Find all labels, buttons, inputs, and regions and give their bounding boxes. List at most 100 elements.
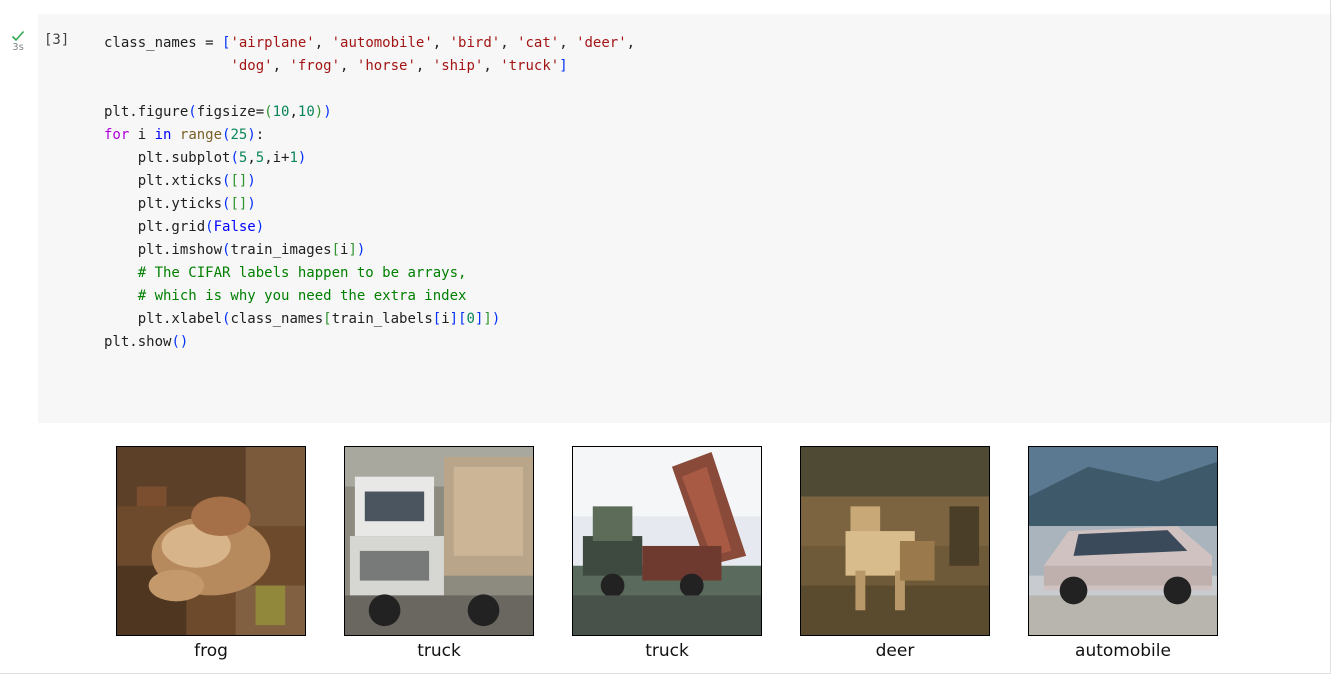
code-token: 'deer' (576, 35, 627, 51)
code-token: 10 (272, 104, 290, 120)
deer-image (800, 446, 990, 636)
code-block[interactable]: class_names = [ 'airplane', 'automobile',… (104, 32, 635, 354)
image-label: deer (875, 641, 915, 661)
code-token: 'cat' (517, 35, 560, 51)
execution-count[interactable]: [3] (44, 32, 69, 48)
code-line[interactable]: plt.yticks([]) (104, 193, 635, 216)
code-line[interactable]: # The CIFAR labels happen to be arrays, (104, 262, 635, 285)
code-token: , (289, 104, 298, 120)
code-token: [] (230, 196, 248, 212)
run-time: 3s (12, 42, 24, 53)
code-token: 5 (255, 150, 265, 166)
code-token: ( (188, 104, 197, 120)
code-token: 1 (289, 150, 298, 166)
code-token: ( (205, 219, 214, 235)
code-token: , (483, 58, 501, 74)
code-line[interactable]: plt.xlabel(class_names[train_labels[i][0… (104, 308, 635, 331)
frog-image (116, 446, 306, 636)
code-token: ] (449, 311, 459, 327)
code-token: 'bird' (449, 35, 501, 51)
code-token: , (415, 58, 433, 74)
code-line[interactable]: plt.xticks([]) (104, 170, 635, 193)
code-line[interactable]: plt.subplot(5,5,i+1) (104, 147, 635, 170)
code-token: ) (247, 127, 256, 143)
code-token: in (154, 127, 172, 143)
code-token: = (205, 35, 223, 51)
code-line[interactable]: 'dog', 'frog', 'horse', 'ship', 'truck'] (104, 55, 635, 78)
code-line[interactable]: class_names = ['airplane', 'automobile',… (104, 32, 635, 55)
code-token: 'horse' (356, 58, 416, 74)
code-token: ,i+ (264, 150, 290, 166)
image-label: truck (645, 641, 689, 661)
cell-gutter: 3s (0, 0, 38, 70)
code-token: 0 (466, 311, 475, 327)
code-token: 'truck' (500, 58, 560, 74)
code-line[interactable]: plt.figure(figsize=(10,10)) (104, 101, 635, 124)
code-line[interactable]: # which is why you need the extra index (104, 285, 635, 308)
code-token: plt.grid (104, 219, 206, 235)
code-token: # The CIFAR labels happen to be arrays, (137, 265, 467, 281)
code-token: ] (483, 311, 492, 327)
check-icon (11, 30, 25, 42)
code-token: ) (491, 311, 501, 327)
code-token: ] (559, 58, 568, 74)
code-token: , (340, 58, 357, 74)
code-line[interactable]: for i in range(25): (104, 124, 635, 147)
code-token: ) (323, 104, 332, 120)
code-token: , (626, 35, 636, 51)
code-token: False (213, 219, 256, 235)
code-token: for (104, 127, 130, 143)
code-token: range (179, 127, 223, 143)
code-token: ) (297, 150, 307, 166)
code-token: ) (247, 196, 256, 212)
code-token: 'automobile' (331, 35, 433, 51)
code-token: [ (323, 311, 332, 327)
image-label: truck (417, 641, 461, 661)
code-token: plt.subplot (104, 150, 231, 166)
code-token: class_names (230, 311, 324, 327)
code-token: plt.figure (104, 104, 189, 120)
code-token: ) (356, 242, 366, 258)
code-token: , (500, 35, 518, 51)
image-label: automobile (1075, 641, 1171, 661)
code-token: , (314, 35, 332, 51)
code-token: () (171, 334, 189, 350)
code-token: ( (230, 150, 239, 166)
code-token: 10 (297, 104, 315, 120)
code-token: i (441, 311, 450, 327)
code-token: ) (247, 173, 256, 189)
code-token: [ (432, 311, 442, 327)
dump-truck-image (572, 446, 762, 636)
code-token: 'airplane' (230, 35, 315, 51)
code-token: , (272, 58, 290, 74)
code-token: plt.imshow (104, 242, 223, 258)
code-token: 25 (230, 127, 248, 143)
code-line[interactable] (104, 78, 635, 101)
code-token: 'dog' (230, 58, 273, 74)
code-token: [ (458, 311, 467, 327)
code-token: [] (230, 173, 248, 189)
code-token: ) (314, 104, 324, 120)
code-token: ( (264, 104, 273, 120)
code-token: plt.show (104, 334, 172, 350)
car-image (1028, 446, 1218, 636)
code-token: plt.xlabel (104, 311, 223, 327)
code-token: 'frog' (289, 58, 341, 74)
code-token: train_images (230, 242, 332, 258)
image-label: frog (194, 641, 228, 661)
run-status[interactable]: 3s (6, 30, 30, 53)
code-token: figsize= (196, 104, 265, 120)
code-token: plt.xticks (104, 173, 223, 189)
code-token: ) (255, 219, 265, 235)
code-line[interactable]: plt.show() (104, 331, 635, 354)
code-line[interactable]: plt.imshow(train_images[i]) (104, 239, 635, 262)
code-token: , (432, 35, 450, 51)
code-token: , (247, 150, 256, 166)
truck-image (344, 446, 534, 636)
code-token: [ (331, 242, 341, 258)
code-line[interactable]: plt.grid(False) (104, 216, 635, 239)
code-token: train_labels (331, 311, 433, 327)
